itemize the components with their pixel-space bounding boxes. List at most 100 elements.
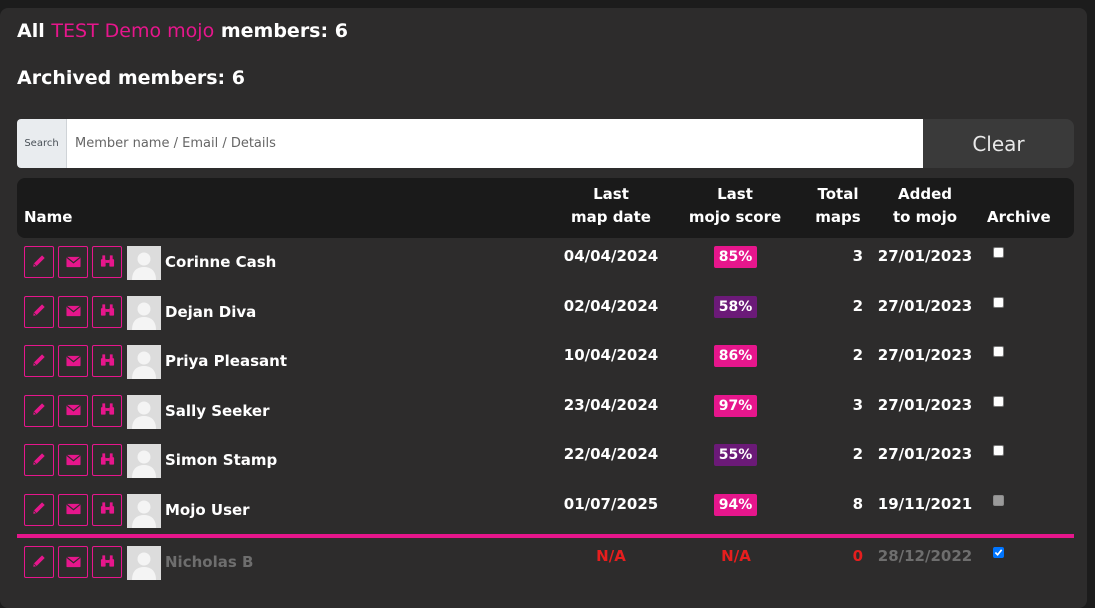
clear-button[interactable]: Clear <box>923 119 1074 168</box>
total-maps: 2 <box>852 445 863 463</box>
pencil-icon <box>32 253 46 272</box>
edit-button[interactable] <box>24 345 54 377</box>
edit-button[interactable] <box>24 246 54 278</box>
binoculars-icon <box>100 451 115 470</box>
member-name[interactable]: Priya Pleasant <box>165 352 287 370</box>
member-name[interactable]: Corinne Cash <box>165 253 276 271</box>
archived-separator <box>17 534 1074 538</box>
added-to-mojo: 28/12/2022 <box>877 547 973 565</box>
view-maps-button[interactable] <box>92 546 122 578</box>
total-maps: 8 <box>852 494 863 513</box>
last-map-date: 04/04/2024 <box>563 247 659 265</box>
mojo-score-badge: 55% <box>714 444 757 466</box>
page-title: All TEST Demo mojo members: 6 <box>17 20 348 42</box>
binoculars-icon <box>100 553 115 572</box>
edit-button[interactable] <box>24 394 54 427</box>
email-button[interactable] <box>58 546 88 578</box>
email-button[interactable] <box>58 345 88 377</box>
archive-checkbox[interactable] <box>993 494 1004 506</box>
archive-checkbox[interactable] <box>993 395 1004 407</box>
binoculars-icon <box>100 352 115 371</box>
avatar <box>127 546 161 580</box>
email-button[interactable] <box>58 246 88 278</box>
col-archive: Archive <box>987 208 1051 226</box>
member-row: Sally Seeker 23/04/2024 97% 3 27/01/2023 <box>17 387 1074 436</box>
member-name[interactable]: Mojo User <box>165 501 250 519</box>
last-map-date: 10/04/2024 <box>563 346 659 364</box>
total-maps: 2 <box>852 296 863 315</box>
added-to-mojo: 19/11/2021 <box>877 494 973 513</box>
avatar <box>127 345 161 379</box>
archive-checkbox[interactable] <box>993 547 1004 558</box>
mojo-score-badge: 58% <box>714 295 757 318</box>
view-maps-button[interactable] <box>92 345 122 377</box>
member-row: Priya Pleasant 10/04/2024 86% 2 27/01/20… <box>17 337 1074 386</box>
last-map-date-na: N/A <box>596 547 626 565</box>
member-name[interactable]: Simon Stamp <box>165 451 277 469</box>
archived-count: Archived members: 6 <box>17 67 245 89</box>
member-row: Corinne Cash 04/04/2024 85% 3 27/01/2023 <box>17 238 1074 287</box>
edit-button[interactable] <box>24 546 54 578</box>
col-added-to-mojo: Added to mojo <box>892 185 958 226</box>
search-bar: Search Clear <box>17 119 1074 168</box>
envelope-icon <box>65 352 81 371</box>
envelope-icon <box>65 302 81 321</box>
avatar <box>127 493 161 528</box>
pencil-icon <box>32 352 46 371</box>
view-maps-button[interactable] <box>92 246 122 278</box>
edit-button[interactable] <box>24 493 54 526</box>
last-map-date: 02/04/2024 <box>563 296 659 315</box>
avatar <box>127 394 161 429</box>
member-row: Dejan Diva 02/04/2024 58% 2 27/01/2023 <box>17 288 1074 337</box>
title-suffix: members: 6 <box>220 20 348 42</box>
col-name: Name <box>24 208 73 226</box>
mojo-score-badge: 85% <box>714 246 757 268</box>
archive-checkbox[interactable] <box>993 296 1004 308</box>
envelope-icon <box>65 451 81 470</box>
archive-checkbox[interactable] <box>993 445 1004 456</box>
view-maps-button[interactable] <box>92 493 122 526</box>
search-label: Search <box>17 119 67 168</box>
mojo-score-badge: 86% <box>714 345 757 367</box>
view-maps-button[interactable] <box>92 444 122 476</box>
member-name[interactable]: Nicholas B <box>165 553 253 571</box>
view-maps-button[interactable] <box>92 295 122 328</box>
total-maps: 3 <box>852 395 863 414</box>
binoculars-icon <box>100 253 115 272</box>
brand-name: TEST Demo mojo <box>51 20 215 42</box>
mojo-score-badge: 94% <box>714 493 757 516</box>
binoculars-icon <box>100 401 115 420</box>
pencil-icon <box>32 500 46 519</box>
added-to-mojo: 27/01/2023 <box>877 296 973 315</box>
member-name[interactable]: Dejan Diva <box>165 303 256 321</box>
search-input[interactable] <box>67 119 923 168</box>
email-button[interactable] <box>58 493 88 526</box>
avatar <box>127 444 161 478</box>
table-header: Name Last map date Last mojo score Total ma… <box>17 178 1074 238</box>
edit-button[interactable] <box>24 295 54 328</box>
pencil-icon <box>32 401 46 420</box>
email-button[interactable] <box>58 295 88 328</box>
envelope-icon <box>65 500 81 519</box>
last-map-date: 01/07/2025 <box>563 494 659 513</box>
pencil-icon <box>32 553 46 572</box>
edit-button[interactable] <box>24 444 54 476</box>
member-name[interactable]: Sally Seeker <box>165 402 270 420</box>
added-to-mojo: 27/01/2023 <box>877 445 973 463</box>
mojo-score-na: N/A <box>721 547 751 565</box>
email-button[interactable] <box>58 444 88 476</box>
view-maps-button[interactable] <box>92 394 122 427</box>
archive-checkbox[interactable] <box>993 346 1004 357</box>
binoculars-icon <box>100 500 115 519</box>
archive-checkbox[interactable] <box>993 247 1004 258</box>
title-prefix: All <box>17 20 45 42</box>
email-button[interactable] <box>58 394 88 427</box>
col-total-maps: Total maps <box>815 185 861 226</box>
envelope-icon <box>65 553 81 572</box>
col-last-mojo-score: Last mojo score <box>688 185 782 226</box>
last-map-date: 23/04/2024 <box>563 395 659 414</box>
total-maps: 0 <box>852 547 863 565</box>
pencil-icon <box>32 302 46 321</box>
avatar <box>127 295 161 330</box>
binoculars-icon <box>100 302 115 321</box>
